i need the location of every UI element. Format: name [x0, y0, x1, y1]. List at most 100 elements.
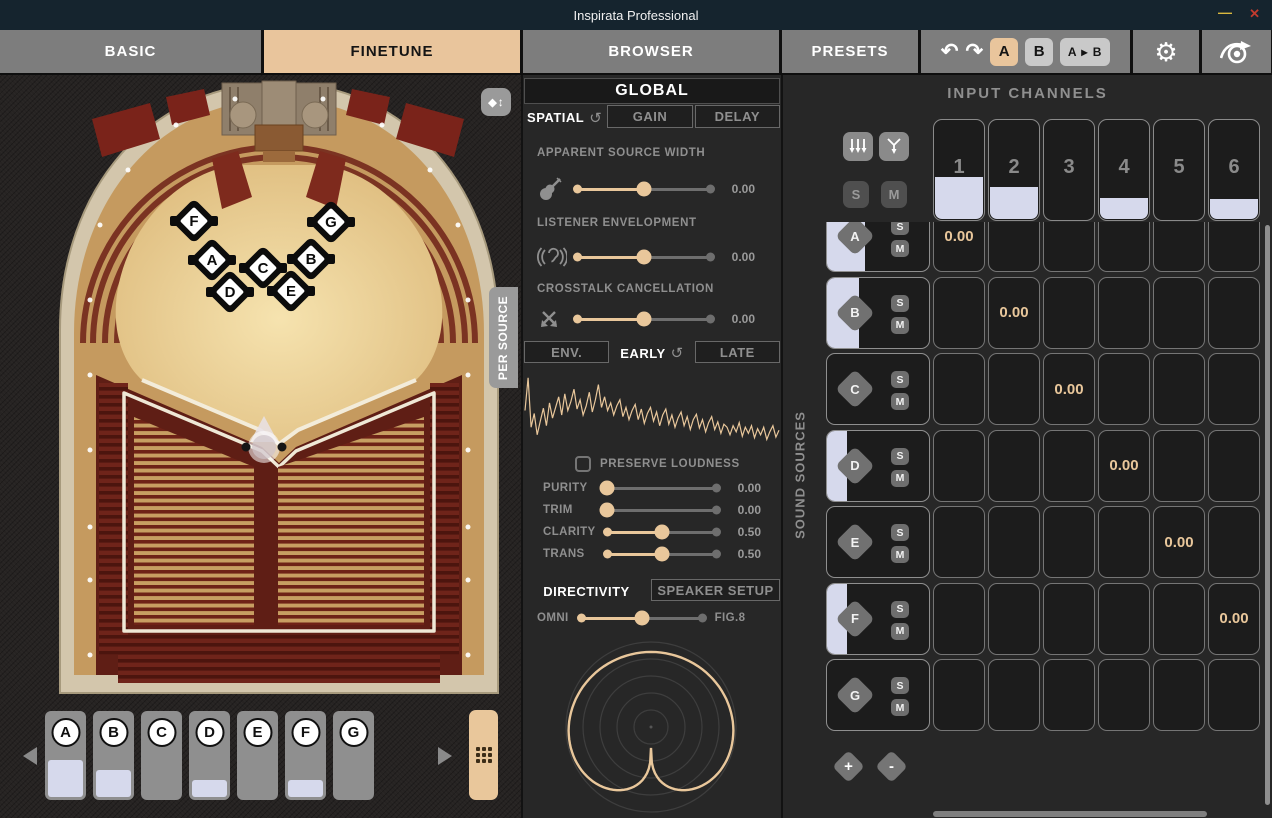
- source-card-E[interactable]: E: [237, 711, 278, 800]
- strip-scroll-left-icon[interactable]: [23, 747, 37, 765]
- source-card-C[interactable]: C: [141, 711, 182, 800]
- source-card-B[interactable]: B: [93, 711, 134, 800]
- tab-directivity[interactable]: DIRECTIVITY: [523, 578, 650, 604]
- matrix-cell-F1[interactable]: [933, 582, 985, 655]
- horizontal-scrollbar[interactable]: [933, 811, 1207, 817]
- matrix-cell-G4[interactable]: [1098, 659, 1150, 731]
- source-card-G[interactable]: G: [333, 711, 374, 800]
- tab-env[interactable]: ENV.: [524, 341, 610, 363]
- ab-state-b-button[interactable]: B: [1025, 37, 1054, 66]
- hall-map[interactable]: [0, 75, 521, 705]
- mute-button-E[interactable]: M: [891, 546, 909, 563]
- vertical-scrollbar[interactable]: [1265, 225, 1270, 805]
- matrix-cell-G2[interactable]: [988, 659, 1040, 731]
- matrix-cell-F5[interactable]: [1153, 582, 1205, 655]
- source-card-A[interactable]: A: [45, 711, 86, 800]
- merge-channels-button[interactable]: [879, 132, 909, 161]
- matrix-cell-E3[interactable]: [1043, 506, 1095, 578]
- matrix-cell-B1[interactable]: [933, 276, 985, 349]
- matrix-cell-C1[interactable]: [933, 353, 985, 425]
- strip-scroll-right-icon[interactable]: [438, 747, 452, 765]
- solo-button-D[interactable]: S: [891, 447, 909, 465]
- input-channel-header-2[interactable]: 2: [988, 119, 1040, 221]
- matrix-cell-D3[interactable]: [1043, 429, 1095, 502]
- undo-icon[interactable]: ↶: [941, 41, 959, 62]
- close-button[interactable]: ✕: [1249, 6, 1260, 22]
- matrix-cell-C4[interactable]: [1098, 353, 1150, 425]
- matrix-cell-B5[interactable]: [1153, 276, 1205, 349]
- source-row-header-E[interactable]: E SM: [826, 506, 930, 578]
- input-channel-header-6[interactable]: 6: [1208, 119, 1260, 221]
- matrix-cell-B4[interactable]: [1098, 276, 1150, 349]
- mute-button-B[interactable]: M: [891, 316, 909, 334]
- tab-late[interactable]: LATE: [694, 341, 780, 363]
- input-channel-header-4[interactable]: 4: [1098, 119, 1150, 221]
- matrix-cell-G5[interactable]: [1153, 659, 1205, 731]
- redo-icon[interactable]: ↷: [966, 41, 984, 62]
- split-channels-button[interactable]: [843, 132, 873, 161]
- source-row-header-C[interactable]: C SM: [826, 353, 930, 425]
- source-row-header-A[interactable]: A SM: [826, 222, 930, 272]
- solo-button-E[interactable]: S: [891, 524, 909, 541]
- remove-source-button[interactable]: -: [875, 750, 908, 783]
- mute-button-F[interactable]: M: [891, 622, 909, 640]
- matrix-cell-D2[interactable]: [988, 429, 1040, 502]
- tab-finetune[interactable]: FINETUNE: [264, 30, 520, 73]
- reset-icon[interactable]: ↺: [589, 109, 602, 127]
- tab-gain[interactable]: GAIN: [607, 105, 693, 128]
- ab-state-a-button[interactable]: A: [990, 37, 1019, 66]
- solo-button-G[interactable]: S: [891, 677, 909, 694]
- reset-icon[interactable]: ↺: [671, 344, 684, 362]
- matrix-cell-C3[interactable]: 0.00: [1043, 353, 1095, 425]
- tab-presets[interactable]: PRESETS: [782, 30, 918, 73]
- matrix-cell-C2[interactable]: [988, 353, 1040, 425]
- matrix-cell-B2[interactable]: 0.00: [988, 276, 1040, 349]
- global-mute-button[interactable]: M: [881, 181, 907, 208]
- ab-copy-button[interactable]: A ▸ B: [1060, 37, 1111, 66]
- tab-early[interactable]: EARLY ↺: [610, 340, 693, 366]
- matrix-cell-E1[interactable]: [933, 506, 985, 578]
- dry-wet-dial-icon[interactable]: [1219, 39, 1254, 65]
- matrix-cell-C6[interactable]: [1208, 353, 1260, 425]
- matrix-cell-F3[interactable]: [1043, 582, 1095, 655]
- matrix-cell-F6[interactable]: 0.00: [1208, 582, 1260, 655]
- tab-delay[interactable]: DELAY: [694, 105, 780, 128]
- per-source-tab[interactable]: PER SOURCE: [489, 287, 518, 388]
- matrix-cell-F4[interactable]: [1098, 582, 1150, 655]
- tab-speaker-setup[interactable]: SPEAKER SETUP: [651, 579, 780, 601]
- solo-button-A[interactable]: S: [891, 222, 909, 235]
- preserve-loudness-checkbox[interactable]: [575, 456, 591, 472]
- source-row-header-F[interactable]: F SM: [826, 582, 930, 655]
- source-marker-E[interactable]: E: [267, 268, 315, 314]
- matrix-cell-F2[interactable]: [988, 582, 1040, 655]
- matrix-cell-G1[interactable]: [933, 659, 985, 731]
- matrix-cell-C5[interactable]: [1153, 353, 1205, 425]
- input-channel-header-3[interactable]: 3: [1043, 119, 1095, 221]
- matrix-cell-E2[interactable]: [988, 506, 1040, 578]
- source-row-header-G[interactable]: G SM: [826, 659, 930, 731]
- source-card-D[interactable]: D: [189, 711, 230, 800]
- minimize-button[interactable]: —: [1218, 4, 1232, 20]
- solo-button-F[interactable]: S: [891, 600, 909, 618]
- matrix-cell-A3[interactable]: [1043, 222, 1095, 272]
- solo-button-B[interactable]: S: [891, 294, 909, 312]
- matrix-cell-B6[interactable]: [1208, 276, 1260, 349]
- matrix-cell-B3[interactable]: [1043, 276, 1095, 349]
- matrix-cell-A2[interactable]: [988, 222, 1040, 272]
- matrix-cell-G3[interactable]: [1043, 659, 1095, 731]
- tab-browser[interactable]: BROWSER: [523, 30, 779, 73]
- source-marker-D[interactable]: D: [206, 269, 254, 315]
- global-solo-button[interactable]: S: [843, 181, 869, 208]
- matrix-cell-A1[interactable]: 0.00: [933, 222, 985, 272]
- matrix-cell-E4[interactable]: [1098, 506, 1150, 578]
- source-row-header-B[interactable]: B SM: [826, 276, 930, 349]
- gear-icon[interactable]: ⚙: [1154, 39, 1177, 65]
- mute-button-A[interactable]: M: [891, 240, 909, 257]
- input-channel-header-5[interactable]: 5: [1153, 119, 1205, 221]
- matrix-cell-D5[interactable]: [1153, 429, 1205, 502]
- matrix-cell-E6[interactable]: [1208, 506, 1260, 578]
- matrix-cell-D6[interactable]: [1208, 429, 1260, 502]
- matrix-cell-E5[interactable]: 0.00: [1153, 506, 1205, 578]
- matrix-cell-D4[interactable]: 0.00: [1098, 429, 1150, 502]
- source-height-toggle[interactable]: ◆ ↕: [481, 88, 511, 116]
